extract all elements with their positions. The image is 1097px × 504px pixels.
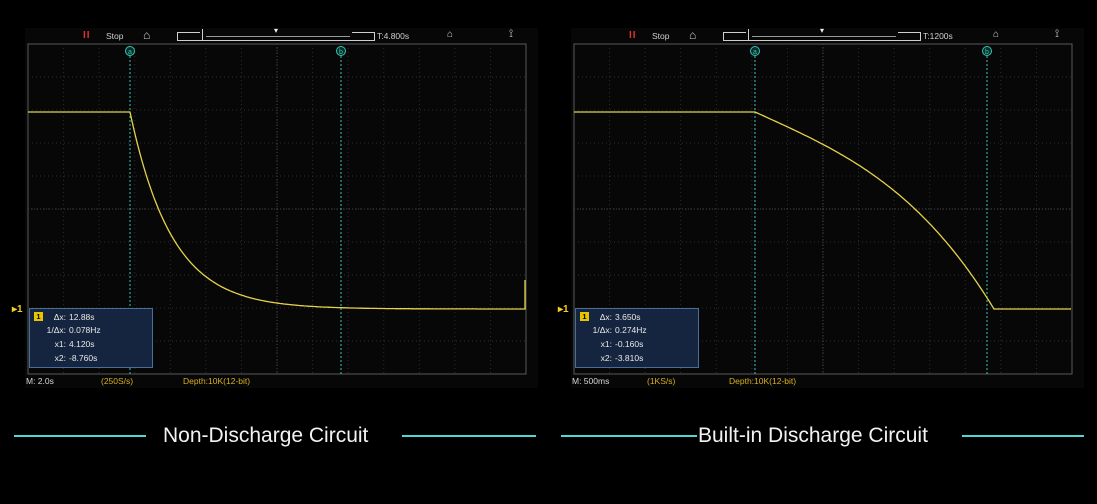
cursor-b-label: b: [985, 49, 989, 56]
acquisition-info-bar: M: 500ms (1KS/s) Depth:10K(12-bit): [571, 376, 1084, 388]
cursor-a-label: a: [753, 49, 757, 56]
caption-text: Non-Discharge Circuit: [163, 424, 369, 447]
trigger-level-marker[interactable]: ▸1: [558, 304, 569, 315]
delta-x-value: 12.88s: [69, 312, 95, 322]
x2-label: x2:: [54, 353, 66, 363]
cursor-measurements-panel: 1 Δx: 3.650s 1/Δx: 0.274Hz x1: -0.160s x2: -…: [575, 308, 699, 368]
delta-x-label: Δx:: [599, 312, 612, 322]
trigger-level-marker[interactable]: ▸1: [12, 304, 23, 315]
caption-rule: [402, 435, 536, 437]
caption-right: Built-in Discharge Circuit: [548, 424, 1097, 448]
x1-value: 4.120s: [69, 339, 95, 349]
caption-text: Built-in Discharge Circuit: [698, 424, 928, 447]
inverse-delta-x-label: 1/Δx:: [592, 325, 612, 335]
sample-rate: (250S/s): [101, 376, 134, 386]
x1-value: -0.160s: [615, 339, 644, 349]
inverse-delta-x-value: 0.274Hz: [615, 325, 647, 335]
cursors: ab: [750, 46, 992, 374]
inverse-delta-x-value: 0.078Hz: [69, 325, 101, 335]
cursor-b-label: b: [339, 49, 343, 56]
cursor-measurements-panel: 1 Δx: 12.88s 1/Δx: 0.078Hz x1: 4.120s x2: -8…: [29, 308, 153, 368]
channel-badge: 1: [580, 312, 589, 321]
x2-value: -8.760s: [69, 353, 98, 363]
channel1-trace: [574, 111, 1071, 310]
cursor-a-label: a: [128, 49, 132, 56]
caption-left: Non-Discharge Circuit: [0, 424, 548, 448]
oscilloscope-screen-right: II Stop ⌂ ▾ T:1200s ⌂ ⟟ ab ▸1 1 Δx: 3.650…: [558, 26, 1084, 388]
sample-rate: (1KS/s): [647, 376, 676, 386]
x1-label: x1:: [600, 339, 612, 349]
timebase: M: 2.0s: [26, 376, 54, 386]
delta-x-value: 3.650s: [615, 312, 641, 322]
x2-value: -3.810s: [615, 353, 644, 363]
delta-x-label: Δx:: [53, 312, 66, 322]
x1-label: x1:: [54, 339, 66, 349]
x2-label: x2:: [600, 353, 612, 363]
timebase: M: 500ms: [572, 376, 610, 386]
channel-badge: 1: [34, 312, 43, 321]
caption-rule: [962, 435, 1084, 437]
caption-rule: [561, 435, 697, 437]
inverse-delta-x-label: 1/Δx:: [46, 325, 66, 335]
channel1-trace: [28, 111, 526, 310]
memory-depth: Depth:10K(12-bit): [183, 376, 251, 386]
caption-rule: [14, 435, 146, 437]
acquisition-info-bar: M: 2.0s (250S/s) Depth:10K(12-bit): [25, 376, 538, 388]
memory-depth: Depth:10K(12-bit): [729, 376, 797, 386]
oscilloscope-screen-left: II Stop ⌂ ▾ T:4.800s ⌂ ⟟ ab ▸1 1 Δx: 12.8…: [12, 26, 538, 388]
